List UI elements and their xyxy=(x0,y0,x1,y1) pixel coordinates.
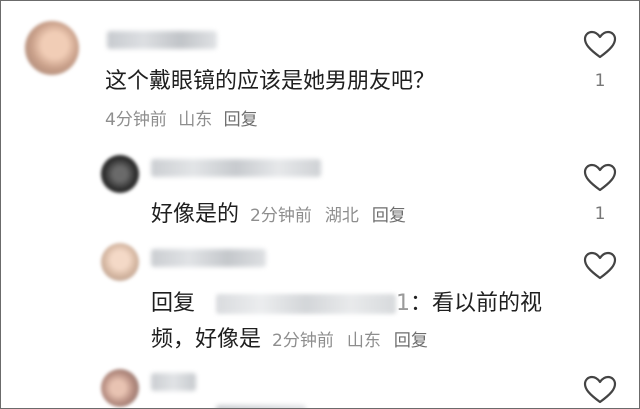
reply-button[interactable]: 回复 xyxy=(394,331,428,351)
comment-location: 山东 xyxy=(346,331,381,351)
comment-text: ：看以前的视 xyxy=(410,291,543,316)
heart-outline-icon[interactable] xyxy=(583,375,617,405)
handle-tail: 1 xyxy=(396,291,411,316)
comment-list: 这个戴眼镜的应该是她男朋友吧？ 4分钟前 山东 回复 1 好像是的 2分钟前 湖… xyxy=(0,0,640,409)
comment-text-redacted xyxy=(216,405,306,408)
comment-meta: 4分钟前 山东 回复 xyxy=(105,105,258,130)
username-redacted[interactable] xyxy=(107,31,217,49)
comment-location: 山东 xyxy=(178,110,213,130)
comment-location: 湖北 xyxy=(324,206,359,226)
comment-time: 4分钟前 xyxy=(105,110,167,130)
reply-item xyxy=(1,363,639,408)
avatar[interactable] xyxy=(101,369,139,407)
username-redacted[interactable] xyxy=(151,159,321,177)
avatar[interactable] xyxy=(25,21,79,75)
mentioned-user-redacted[interactable] xyxy=(216,294,397,314)
avatar[interactable] xyxy=(101,243,139,281)
heart-outline-icon[interactable] xyxy=(583,163,617,193)
username-redacted[interactable] xyxy=(151,249,266,267)
reply-button[interactable]: 回复 xyxy=(224,110,258,130)
comment-text-line2: 频，好像是 2分钟前 山东 回复 xyxy=(151,321,428,353)
reply-item: 好像是的 2分钟前 湖北 回复 1 xyxy=(1,141,639,233)
comment-text-line1: 回复 1：看以前的视 xyxy=(151,285,542,317)
like-count: 1 xyxy=(594,204,606,224)
comment-time: 2分钟前 xyxy=(250,206,312,226)
comment-item: 这个戴眼镜的应该是她男朋友吧？ 4分钟前 山东 回复 1 xyxy=(1,1,639,141)
username-redacted[interactable] xyxy=(151,373,196,391)
comment-time: 2分钟前 xyxy=(272,331,334,351)
reply-button[interactable]: 回复 xyxy=(372,206,406,226)
heart-outline-icon[interactable] xyxy=(583,30,617,60)
like-count: 1 xyxy=(594,71,606,91)
reply-item: 回复 1：看以前的视 频，好像是 2分钟前 山东 回复 xyxy=(1,233,639,363)
comment-line: 好像是的 2分钟前 湖北 回复 xyxy=(151,196,406,228)
reply-prefix: 回复 xyxy=(151,291,196,316)
comment-text: 好像是的 xyxy=(151,202,240,227)
heart-outline-icon[interactable] xyxy=(583,251,617,281)
comment-text-cont: 频，好像是 xyxy=(151,327,262,352)
comment-text: 这个戴眼镜的应该是她男朋友吧？ xyxy=(105,69,436,94)
avatar[interactable] xyxy=(101,155,139,193)
